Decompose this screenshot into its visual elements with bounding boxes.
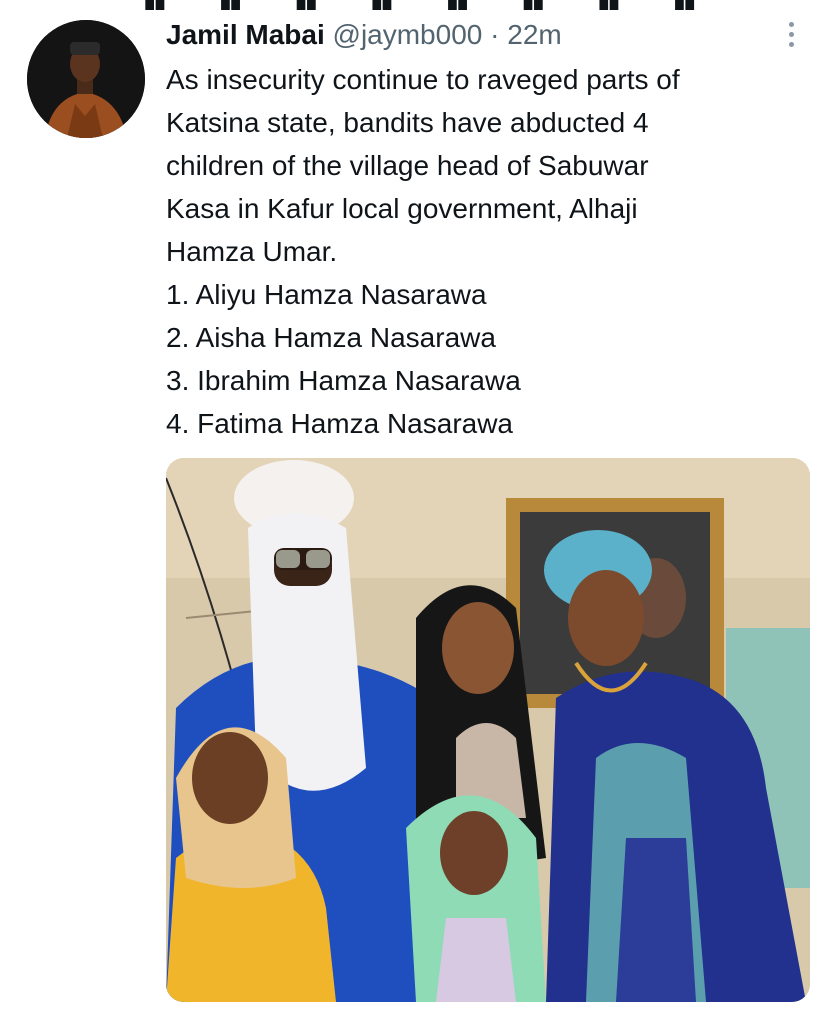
avatar-image	[27, 20, 145, 138]
tweet-photo[interactable]	[166, 458, 810, 1002]
list-item-ibrahim: 3. Ibrahim Hamza Nasarawa	[166, 365, 521, 396]
tweet-text-line: Hamza Umar.	[166, 236, 338, 267]
tweet-text-line: As insecurity continue to raveged parts …	[166, 64, 680, 95]
author-name[interactable]: Jamil Mabai	[166, 19, 325, 50]
list-item-fatima: 4. Fatima Hamza Nasarawa	[166, 408, 514, 439]
avatar[interactable]	[27, 20, 145, 138]
tweet-text: As insecurity continue to raveged parts …	[166, 58, 806, 445]
more-vertical-icon[interactable]	[778, 18, 806, 52]
list-item-aisha: 2. Aisha Hamza Nasarawa	[166, 322, 496, 353]
list-item-aliyu: 1. Aliyu Hamza Nasarawa	[166, 279, 487, 310]
tweet-text-line: Kasa in Kafur local government, Alhaji	[166, 193, 638, 224]
family-photo	[166, 458, 810, 1002]
separator-dot: ·	[490, 19, 500, 50]
tweet-text-line: Katsina state, bandits have abducted 4	[166, 107, 649, 138]
tweet-time[interactable]: 22m	[507, 19, 561, 50]
previous-content-cutoff: ▘▗▖▝▘▗▖▝▘▗▖▝▘▗▖▝▘▗▖▝▘▗▖▝▘▗▖▝▘▗▖▝	[0, 0, 836, 10]
author-handle[interactable]: @jaymb000	[333, 19, 483, 50]
tweet-text-line: children of the village head of Sabuwar	[166, 150, 649, 181]
tweet-header: Jamil Mabai @jaymb000 · 22m	[166, 15, 562, 55]
